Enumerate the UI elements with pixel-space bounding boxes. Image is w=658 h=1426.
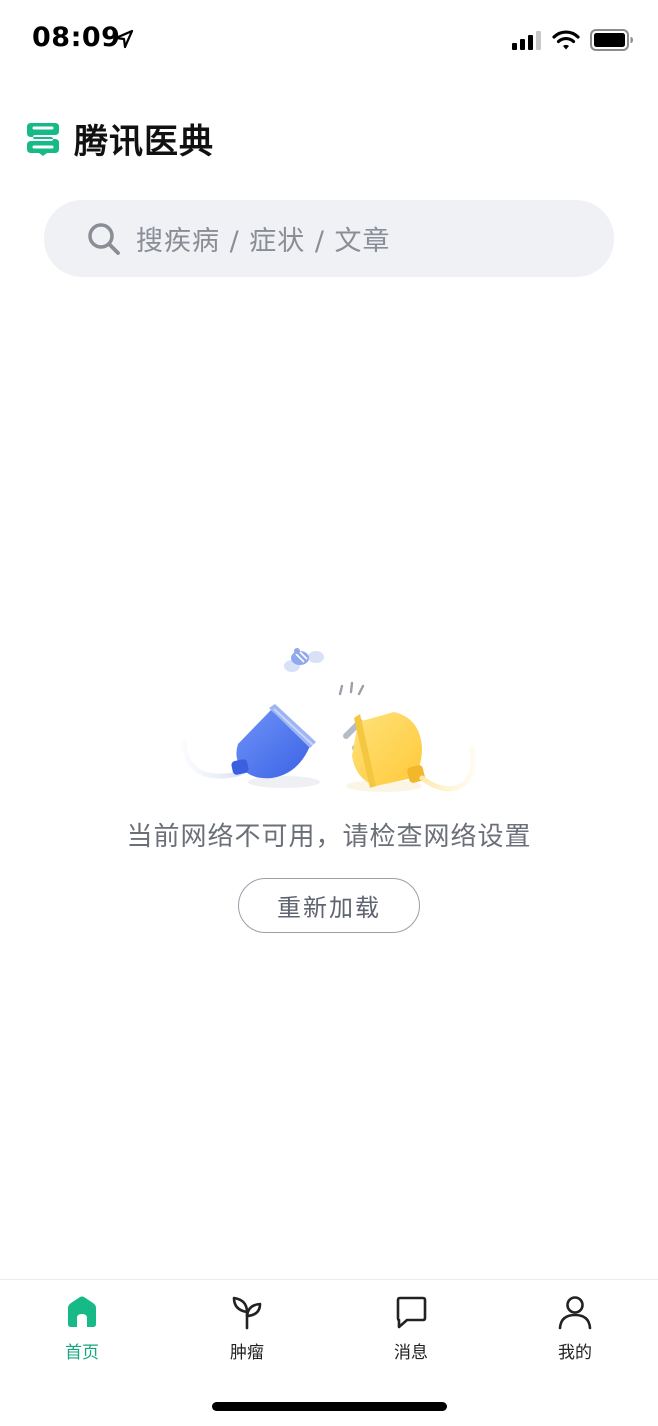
search-placeholder: 搜疾病 / 症状 / 文章: [136, 226, 391, 257]
cellular-signal-icon: [512, 31, 541, 50]
status-indicators: [512, 28, 634, 52]
unplugged-illustration: [181, 648, 476, 792]
app-header: 腾讯医典: [24, 116, 214, 162]
status-bar: 08:09: [0, 0, 658, 80]
tab-messages[interactable]: 消息: [361, 1294, 461, 1368]
battery-icon: [590, 29, 633, 51]
wifi-icon: [552, 30, 580, 50]
chat-bubble-icon: [396, 1296, 427, 1329]
sprout-icon: [232, 1296, 262, 1330]
app-logo-icon: [27, 123, 59, 156]
tab-tumor[interactable]: 肿瘤: [197, 1294, 297, 1368]
reload-button[interactable]: 重新加载: [238, 878, 420, 933]
tab-profile[interactable]: 我的: [525, 1294, 625, 1368]
plug-shape: [343, 712, 425, 788]
app-title: 腾讯医典: [74, 121, 214, 162]
home-icon: [68, 1296, 96, 1327]
tab-label-profile: 我的: [558, 1343, 592, 1363]
network-error-message: 当前网络不可用，请检查网络设置: [126, 822, 532, 852]
bee-icon: [284, 648, 324, 672]
tab-label-home: 首页: [65, 1343, 99, 1363]
tab-label-tumor: 肿瘤: [230, 1343, 264, 1363]
location-arrow-icon: [114, 29, 134, 49]
search-icon: [88, 222, 120, 255]
person-icon: [558, 1296, 592, 1330]
home-indicator: [212, 1402, 447, 1411]
status-time: 08:09: [32, 22, 121, 53]
socket-shape: [231, 704, 316, 779]
tab-label-messages: 消息: [394, 1343, 428, 1363]
search-input[interactable]: 搜疾病 / 症状 / 文章: [44, 200, 614, 277]
tab-home[interactable]: 首页: [32, 1294, 132, 1368]
